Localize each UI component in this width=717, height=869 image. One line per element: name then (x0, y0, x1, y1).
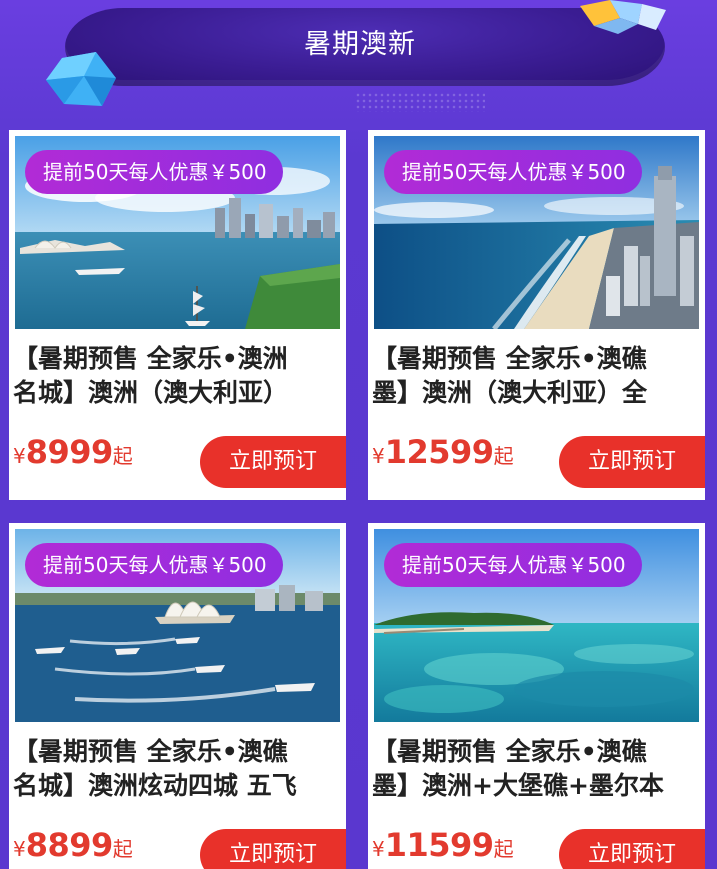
price-amount: 12599 (384, 433, 494, 471)
promo-badge: 提前50天每人优惠￥500 (25, 543, 283, 587)
price: ¥8999起 (13, 433, 133, 471)
price: ¥12599起 (372, 433, 514, 471)
price-suffix: 起 (493, 837, 514, 861)
price: ¥11599起 (372, 826, 514, 864)
section-title: 暑期澳新 (304, 29, 416, 60)
price-amount: 8899 (25, 826, 114, 864)
currency-symbol: ¥ (13, 444, 26, 468)
price-amount: 8999 (25, 433, 114, 471)
product-card[interactable]: 提前50天每人优惠￥500 【暑期预售 全家乐•澳礁 墨】澳洲（澳大利亚）全 ¥… (368, 130, 705, 500)
promo-badge: 提前50天每人优惠￥500 (384, 150, 642, 194)
product-title[interactable]: 【暑期预售 全家乐•澳礁 名城】澳洲炫动四城 五飞 (13, 735, 339, 807)
blue-gem-decoration-icon (46, 52, 116, 106)
great-barrier-reef-photo[interactable]: 提前50天每人优惠￥500 (374, 529, 699, 722)
page: 暑期澳新 提前50天每人优惠￥500 【暑期预售 全家乐•澳洲 名城】澳洲（澳大… (0, 0, 717, 869)
price: ¥8899起 (13, 826, 133, 864)
section-banner: 暑期澳新 (55, 0, 665, 112)
gold-coast-photo[interactable]: 提前50天每人优惠￥500 (374, 136, 699, 329)
book-now-button[interactable]: 立即预订 (559, 829, 705, 869)
product-title[interactable]: 【暑期预售 全家乐•澳洲 名城】澳洲（澳大利亚） (13, 342, 339, 414)
price-amount: 11599 (384, 826, 494, 864)
price-suffix: 起 (112, 444, 133, 468)
book-now-button[interactable]: 立即预订 (559, 436, 705, 488)
promo-badge: 提前50天每人优惠￥500 (384, 543, 642, 587)
colorful-gem-decoration-icon (580, 0, 666, 34)
product-title[interactable]: 【暑期预售 全家乐•澳礁 墨】澳洲（澳大利亚）全 (372, 342, 698, 414)
book-now-button[interactable]: 立即预订 (200, 436, 346, 488)
currency-symbol: ¥ (13, 837, 26, 861)
currency-symbol: ¥ (372, 837, 385, 861)
book-now-button[interactable]: 立即预订 (200, 829, 346, 869)
price-suffix: 起 (493, 444, 514, 468)
banner-dot-pattern (355, 92, 485, 112)
product-card[interactable]: 提前50天每人优惠￥500 【暑期预售 全家乐•澳洲 名城】澳洲（澳大利亚） ¥… (9, 130, 346, 500)
sydney-opera-house-photo[interactable]: 提前50天每人优惠￥500 (15, 529, 340, 722)
promo-badge: 提前50天每人优惠￥500 (25, 150, 283, 194)
currency-symbol: ¥ (372, 444, 385, 468)
product-title[interactable]: 【暑期预售 全家乐•澳礁 墨】澳洲+大堡礁+墨尔本 (372, 735, 698, 807)
sydney-harbour-photo[interactable]: 提前50天每人优惠￥500 (15, 136, 340, 329)
product-card[interactable]: 提前50天每人优惠￥500 【暑期预售 全家乐•澳礁 名城】澳洲炫动四城 五飞 … (9, 523, 346, 869)
price-suffix: 起 (112, 837, 133, 861)
product-card[interactable]: 提前50天每人优惠￥500 【暑期预售 全家乐•澳礁 墨】澳洲+大堡礁+墨尔本 … (368, 523, 705, 869)
